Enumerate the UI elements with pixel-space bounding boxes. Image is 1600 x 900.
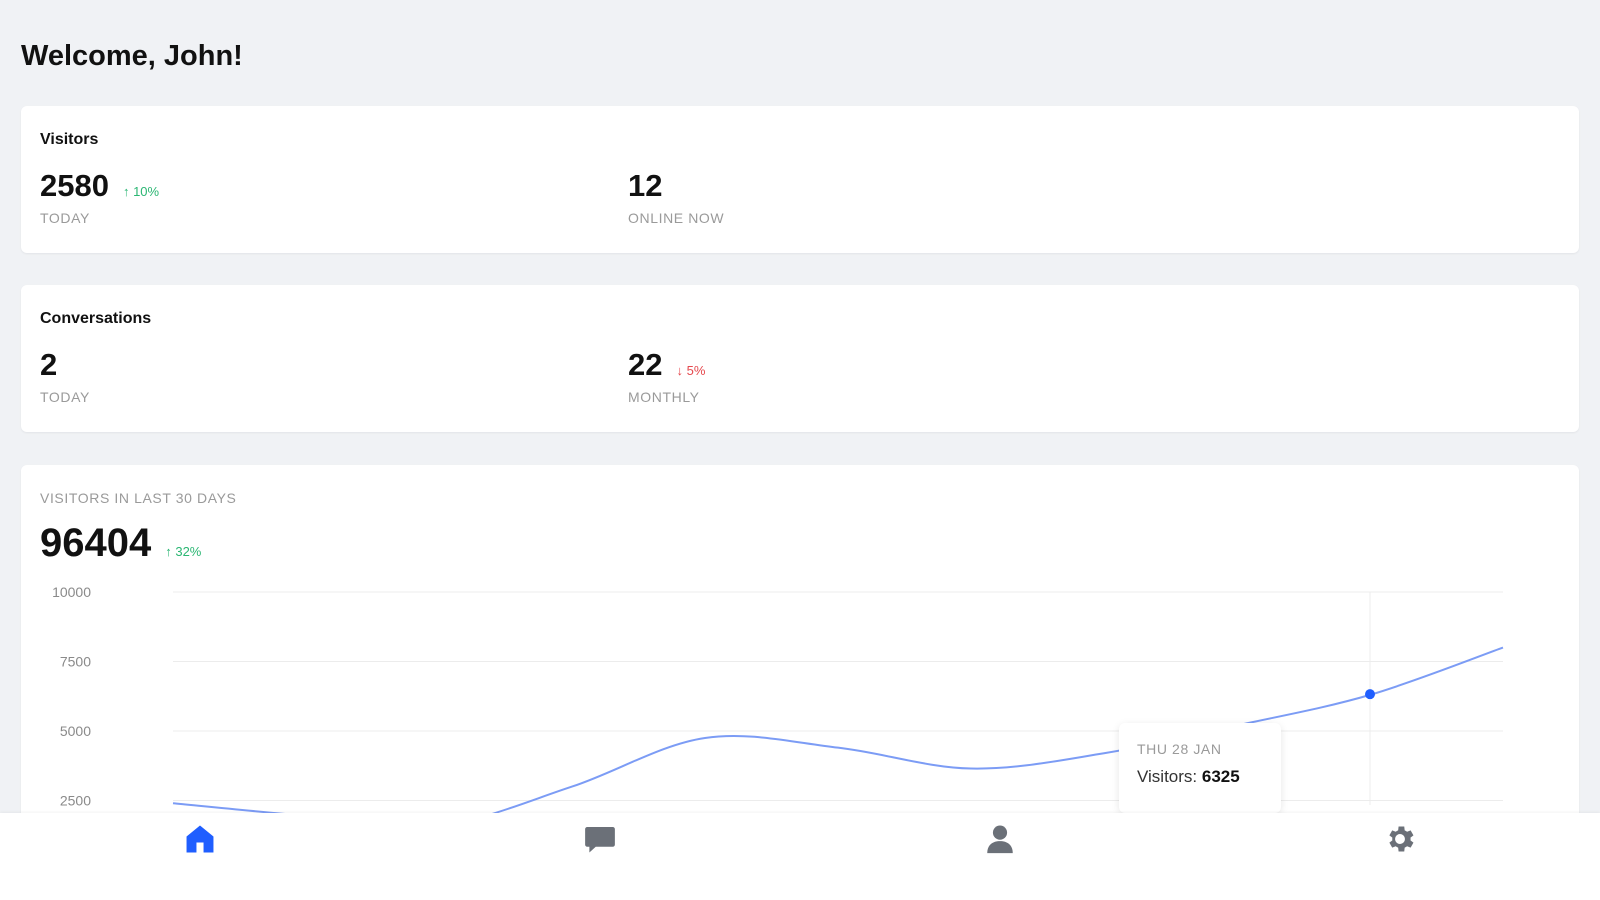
gear-icon bbox=[1389, 826, 1414, 851]
dashboard-page: Welcome, John! Visitors 2580 ↑ 10% TODAY… bbox=[0, 0, 1600, 900]
visitors-line-chart[interactable]: 25005000750010000 bbox=[21, 465, 1579, 828]
tooltip-value-row: Visitors: 6325 bbox=[1137, 767, 1263, 787]
conversations-monthly-stat: 22 ↓ 5% MONTHLY bbox=[628, 347, 705, 405]
user-icon bbox=[987, 825, 1013, 853]
visitors-today-change: ↑ 10% bbox=[122, 184, 160, 199]
tooltip-value: 6325 bbox=[1201, 767, 1240, 786]
visitors-today-value: 2580 bbox=[40, 168, 109, 203]
conversations-today-value: 2 bbox=[40, 347, 58, 382]
conversations-card-title: Conversations bbox=[40, 310, 152, 327]
conversations-card: Conversations 2 TODAY 22 ↓ 5% MONTHLY bbox=[21, 285, 1579, 432]
conversations-today-stat: 2 TODAY bbox=[40, 347, 90, 405]
home-icon bbox=[186, 825, 214, 852]
y-tick-label: 10000 bbox=[52, 584, 91, 600]
page-title: Welcome, John! bbox=[21, 40, 243, 72]
visitors-online-label: ONLINE NOW bbox=[628, 210, 725, 226]
visitors-chart-card: VISITORS IN LAST 30 DAYS 96404 ↑ 32% 250… bbox=[21, 465, 1579, 828]
visitors-today-label: TODAY bbox=[40, 210, 90, 226]
y-tick-label: 7500 bbox=[60, 654, 91, 670]
nav-item-home[interactable] bbox=[0, 795, 400, 882]
conversations-monthly-change: ↓ 5% bbox=[676, 363, 706, 378]
conversations-monthly-label: MONTHLY bbox=[628, 389, 700, 405]
nav-item-messages[interactable] bbox=[400, 795, 800, 882]
tooltip-date: THU 28 JAN bbox=[1137, 741, 1222, 757]
visitors-card: Visitors 2580 ↑ 10% TODAY 12 ONLINE NOW bbox=[21, 106, 1579, 253]
chat-icon bbox=[585, 826, 615, 852]
visitors-online-stat: 12 ONLINE NOW bbox=[628, 168, 724, 226]
visitors-card-title: Visitors bbox=[40, 131, 99, 148]
nav-item-settings[interactable] bbox=[1200, 795, 1600, 882]
bottom-navigation bbox=[0, 813, 1600, 900]
y-tick-label: 5000 bbox=[60, 723, 91, 739]
conversations-today-label: TODAY bbox=[40, 389, 90, 405]
tooltip-label: Visitors: bbox=[1137, 767, 1198, 786]
nav-item-profile[interactable] bbox=[800, 795, 1200, 882]
conversations-monthly-value: 22 bbox=[628, 347, 663, 382]
visitors-today-stat: 2580 ↑ 10% TODAY bbox=[40, 168, 159, 226]
visitors-online-value: 12 bbox=[628, 168, 663, 203]
highlight-point bbox=[1365, 689, 1375, 700]
